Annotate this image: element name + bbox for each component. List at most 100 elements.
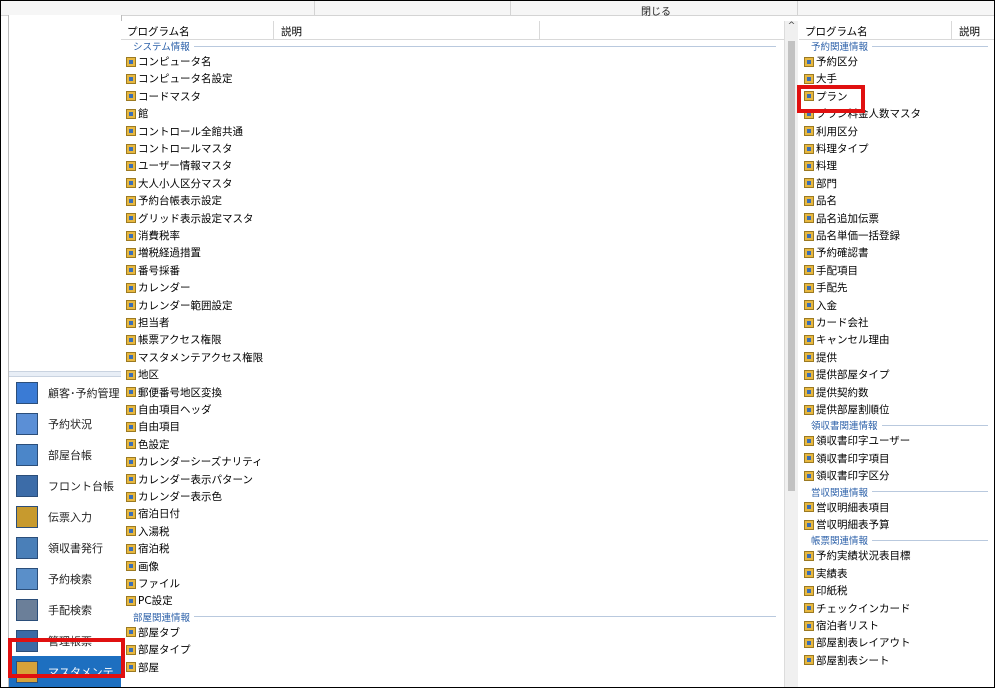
sidebar-item-7[interactable]: 予約検索 [9, 563, 121, 594]
program-icon [126, 369, 136, 380]
list-item[interactable]: 品名追加伝票 [799, 210, 994, 227]
program-icon [804, 603, 814, 614]
list-item[interactable]: カレンダー表示色 [121, 488, 784, 505]
list-item[interactable]: 入金 [799, 297, 994, 314]
list-item[interactable]: 館 [121, 105, 784, 122]
sidebar-item-4[interactable]: フロント台帳 [9, 470, 121, 501]
list-item[interactable]: カレンダーシーズナリティ [121, 453, 784, 470]
right-program-list: プログラム名 説明 予約関連情報 予約区分 大手 プラン プラン料金人数マスタ 利用区分料… [799, 21, 994, 687]
list-item[interactable]: 部屋 [121, 659, 784, 676]
list-item[interactable]: 部屋タブ [121, 624, 784, 641]
list-item[interactable]: ファイル [121, 575, 784, 592]
list-item[interactable]: 領収書印字項目 [799, 450, 994, 467]
sidebar-item-3[interactable]: 部屋台帳 [9, 439, 121, 470]
program-icon [126, 404, 136, 415]
list-item[interactable]: 営収明細表項目 [799, 499, 994, 516]
list-item[interactable]: 番号採番 [121, 262, 784, 279]
list-item[interactable]: 予約台帳表示設定 [121, 192, 784, 209]
column-header-description[interactable]: 説明 [281, 24, 302, 39]
list-item[interactable]: キャンセル理由 [799, 331, 994, 348]
list-item[interactable]: 予約区分 [799, 53, 994, 70]
list-item[interactable]: コードマスタ [121, 88, 784, 105]
list-item[interactable]: 営収明細表予算 [799, 516, 994, 533]
list-item[interactable]: マスタメンテアクセス権限 [121, 349, 784, 366]
list-item[interactable]: 提供部屋割順位 [799, 401, 994, 418]
list-item[interactable]: 宿泊者リスト [799, 617, 994, 634]
program-icon [126, 91, 136, 102]
list-item-label: 部屋割表シート [816, 654, 890, 667]
list-item[interactable]: 帳票アクセス権限 [121, 331, 784, 348]
list-item[interactable]: 自由項目ヘッダ [121, 401, 784, 418]
list-item[interactable]: カード会社 [799, 314, 994, 331]
list-item[interactable]: 提供契約数 [799, 384, 994, 401]
list-item[interactable]: 地区 [121, 366, 784, 383]
sidebar-item-8[interactable]: 手配検索 [9, 594, 121, 625]
column-header-program-name[interactable]: プログラム名 [805, 24, 868, 39]
list-item[interactable]: 手配項目 [799, 262, 994, 279]
column-divider[interactable] [273, 21, 274, 39]
list-item[interactable]: 実績表 [799, 565, 994, 582]
list-item-label: カレンダー表示パターン [138, 473, 253, 486]
list-item[interactable]: ユーザー情報マスタ [121, 157, 784, 174]
list-item[interactable]: カレンダー範囲設定 [121, 297, 784, 314]
sidebar-item-2[interactable]: 予約状況 [9, 408, 121, 439]
list-item[interactable]: PC設定 [121, 592, 784, 609]
list-item[interactable]: 部屋割表レイアウト [799, 634, 994, 651]
sidebar-item-5[interactable]: 伝票入力 [9, 501, 121, 532]
group-divider [872, 45, 988, 47]
list-item[interactable]: 予約実績状況表目標 [799, 547, 994, 564]
column-divider[interactable] [951, 21, 952, 39]
list-item[interactable]: 領収書印字ユーザー [799, 432, 994, 449]
highlight-plan-item [797, 85, 865, 113]
column-header-program-name[interactable]: プログラム名 [127, 24, 190, 39]
list-item[interactable]: グリッド表示設定マスタ [121, 210, 784, 227]
list-item[interactable]: 品名単価一括登録 [799, 227, 994, 244]
list-item[interactable]: 宿泊日付 [121, 505, 784, 522]
sidebar-item-1[interactable]: 顧客･予約管理 [9, 377, 121, 408]
scroll-thumb[interactable] [788, 41, 795, 491]
toolbar-divider [510, 1, 511, 15]
list-item[interactable]: 手配先 [799, 279, 994, 296]
list-item[interactable]: 領収書印字区分 [799, 467, 994, 484]
column-divider[interactable] [539, 21, 540, 39]
list-item[interactable]: 利用区分 [799, 123, 994, 140]
list-item[interactable]: 品名 [799, 192, 994, 209]
sidebar-item-6[interactable]: 領収書発行 [9, 532, 121, 563]
list-item[interactable]: 部門 [799, 175, 994, 192]
list-item[interactable]: カレンダー表示パターン [121, 471, 784, 488]
list-item[interactable]: 部屋割表シート [799, 652, 994, 669]
list-item-label: 手配項目 [816, 264, 858, 277]
sidebar-item-label: 顧客･予約管理 [48, 386, 120, 400]
close-button[interactable]: 閉じる [641, 3, 671, 18]
list-item[interactable]: 部屋タイプ [121, 641, 784, 658]
group-divider [872, 491, 988, 493]
list-item-label: 色設定 [138, 438, 170, 451]
scroll-up-arrow-icon[interactable]: ^ [785, 21, 798, 37]
list-item-label: 郵便番号地区変換 [138, 386, 222, 399]
left-list-scrollbar[interactable]: ^ [784, 21, 798, 687]
list-item[interactable]: 宿泊税 [121, 540, 784, 557]
list-item[interactable]: 色設定 [121, 436, 784, 453]
list-item[interactable]: 消費税率 [121, 227, 784, 244]
list-item[interactable]: 大人小人区分マスタ [121, 175, 784, 192]
list-item[interactable]: 予約確認書 [799, 244, 994, 261]
list-item[interactable]: チェックインカード [799, 600, 994, 617]
list-item[interactable]: カレンダー [121, 279, 784, 296]
column-header-description[interactable]: 説明 [959, 24, 980, 39]
list-item[interactable]: コンピュータ名設定 [121, 70, 784, 87]
list-item[interactable]: 印紙税 [799, 582, 994, 599]
list-item[interactable]: 担当者 [121, 314, 784, 331]
list-item[interactable]: 提供 [799, 349, 994, 366]
list-item[interactable]: 入湯税 [121, 523, 784, 540]
program-icon [126, 213, 136, 224]
list-item[interactable]: コントロール全館共通 [121, 123, 784, 140]
list-item[interactable]: 増税経過措置 [121, 244, 784, 261]
list-item[interactable]: コントロールマスタ [121, 140, 784, 157]
list-item[interactable]: 提供部屋タイプ [799, 366, 994, 383]
list-item[interactable]: コンピュータ名 [121, 53, 784, 70]
list-item[interactable]: 自由項目 [121, 418, 784, 435]
list-item[interactable]: 郵便番号地区変換 [121, 384, 784, 401]
list-item[interactable]: 料理タイプ [799, 140, 994, 157]
list-item[interactable]: 料理 [799, 157, 994, 174]
list-item[interactable]: 画像 [121, 558, 784, 575]
